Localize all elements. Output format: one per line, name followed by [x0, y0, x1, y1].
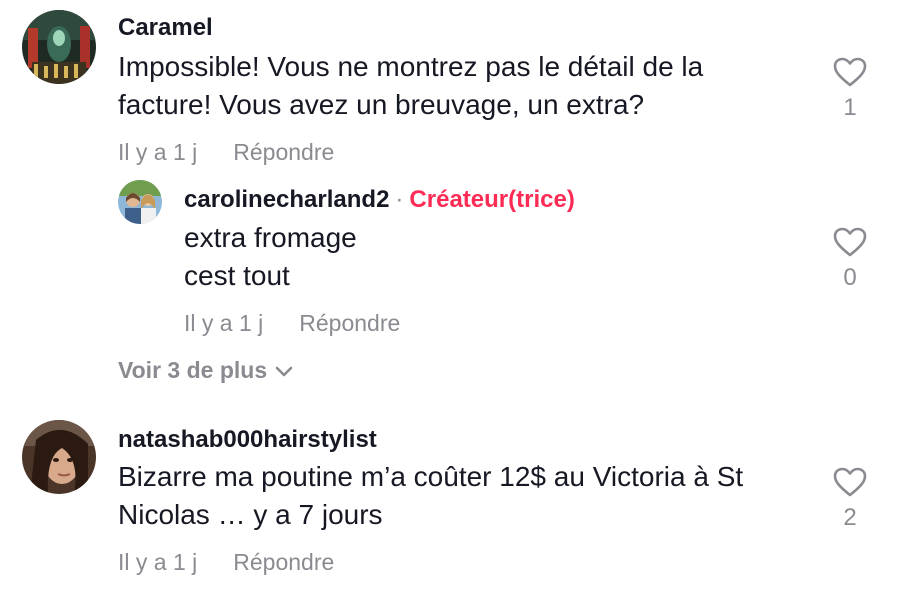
- comment-text: Impossible! Vous ne montrez pas le détai…: [118, 48, 703, 124]
- creator-badge: Créateur(trice): [409, 186, 575, 213]
- reply-text-line: cest tout: [184, 260, 290, 291]
- comment-text-line: Nicolas … y a 7 jours: [118, 499, 383, 530]
- like-count: 1: [843, 94, 857, 121]
- comment-text-line: Impossible! Vous ne montrez pas le détai…: [118, 51, 704, 82]
- like-button[interactable]: 1: [830, 56, 870, 122]
- avatar[interactable]: [118, 180, 162, 224]
- reply-text: extra fromage cest tout: [184, 219, 357, 295]
- avatar[interactable]: [22, 420, 96, 494]
- reply-username-row: carolinecharland2 · Créateur(trice): [184, 186, 575, 214]
- view-more-replies-button[interactable]: Voir 3 de plus: [118, 357, 293, 384]
- comment-username[interactable]: natashab000hairstylist: [118, 426, 377, 454]
- avatar[interactable]: [22, 10, 96, 84]
- like-button[interactable]: 2: [830, 466, 870, 532]
- comment-username[interactable]: Caramel: [118, 14, 213, 42]
- reply-text-line: extra fromage: [184, 222, 357, 253]
- heart-outline-icon: [833, 57, 867, 87]
- heart-outline-icon: [833, 227, 867, 257]
- reply-button[interactable]: Répondre: [233, 139, 334, 165]
- comment-time: Il y a 1 j: [118, 139, 198, 165]
- comment-time: Il y a 1 j: [118, 549, 198, 575]
- reply-button[interactable]: Répondre: [233, 549, 334, 575]
- comment-meta: Il y a 1 j Répondre: [118, 139, 334, 166]
- chevron-down-icon: [275, 366, 293, 377]
- like-count: 0: [843, 264, 857, 291]
- reply-time: Il y a 1 j: [184, 310, 264, 336]
- heart-outline-icon: [833, 467, 867, 497]
- view-more-label: Voir 3 de plus: [118, 357, 268, 383]
- like-count: 2: [843, 504, 857, 531]
- comment-meta: Il y a 1 j Répondre: [118, 549, 334, 576]
- separator-dot: ·: [395, 186, 404, 213]
- reply-username[interactable]: carolinecharland2: [184, 186, 389, 213]
- like-button[interactable]: 0: [830, 226, 870, 292]
- comment-text: Bizarre ma poutine m’a coûter 12$ au Vic…: [118, 458, 743, 534]
- reply-button[interactable]: Répondre: [299, 310, 400, 336]
- comment-text-line: Bizarre ma poutine m’a coûter 12$ au Vic…: [118, 461, 744, 492]
- comment-text-line: facture! Vous avez un breuvage, un extra…: [118, 89, 645, 120]
- reply-meta: Il y a 1 j Répondre: [184, 310, 400, 337]
